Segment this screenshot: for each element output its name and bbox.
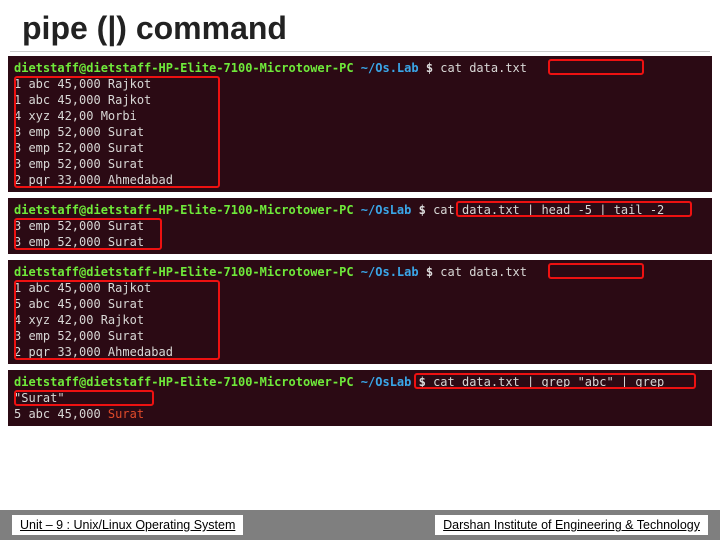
terminal-output-line: 3 emp 52,000 Surat — [14, 124, 706, 140]
page-title: pipe (|) command — [0, 0, 720, 51]
terminal-prompt: dietstaff@dietstaff-HP-Elite-7100-Microt… — [14, 202, 706, 218]
title-divider — [10, 51, 710, 52]
terminal-prompt: dietstaff@dietstaff-HP-Elite-7100-Microt… — [14, 264, 706, 280]
terminal-output-line: 3 emp 52,000 Surat — [14, 156, 706, 172]
prompt-dollar: $ — [426, 265, 433, 279]
prompt-command: cat data.txt — [440, 265, 527, 279]
prompt-path: ~/OsLab — [361, 375, 412, 389]
prompt-path: ~/Os.Lab — [361, 265, 419, 279]
terminal-block: dietstaff@dietstaff-HP-Elite-7100-Microt… — [8, 198, 712, 254]
terminal-output-line: 2 pqr 33,000 Ahmedabad — [14, 172, 706, 188]
prompt-path: ~/OsLab — [361, 203, 412, 217]
terminal-output-line: 3 emp 52,000 Surat — [14, 328, 706, 344]
terminal-block: dietstaff@dietstaff-HP-Elite-7100-Microt… — [8, 260, 712, 364]
terminal-output-line: 3 emp 52,000 Surat — [14, 218, 706, 234]
footer-left: Unit – 9 : Unix/Linux Operating System — [12, 515, 243, 535]
terminal-output-line: 1 abc 45,000 Rajkot — [14, 92, 706, 108]
terminal-block: dietstaff@dietstaff-HP-Elite-7100-Microt… — [8, 56, 712, 192]
terminal-prompt: dietstaff@dietstaff-HP-Elite-7100-Microt… — [14, 374, 706, 406]
prompt-dollar: $ — [426, 61, 433, 75]
prompt-user: dietstaff@dietstaff-HP-Elite-7100-Microt… — [14, 265, 354, 279]
prompt-user: dietstaff@dietstaff-HP-Elite-7100-Microt… — [14, 61, 354, 75]
prompt-user: dietstaff@dietstaff-HP-Elite-7100-Microt… — [14, 203, 354, 217]
terminal-stack: dietstaff@dietstaff-HP-Elite-7100-Microt… — [0, 56, 720, 426]
prompt-command: cat data.txt — [440, 61, 527, 75]
terminal-block: dietstaff@dietstaff-HP-Elite-7100-Microt… — [8, 370, 712, 426]
footer-bar: Unit – 9 : Unix/Linux Operating System D… — [0, 510, 720, 540]
terminal-output-line: 5 abc 45,000 Surat — [14, 406, 706, 422]
prompt-dollar: $ — [419, 375, 426, 389]
terminal-output-line: 1 abc 45,000 Rajkot — [14, 280, 706, 296]
terminal-output-line: 3 emp 52,000 Surat — [14, 140, 706, 156]
terminal-output-line: 4 xyz 42,00 Morbi — [14, 108, 706, 124]
terminal-prompt: dietstaff@dietstaff-HP-Elite-7100-Microt… — [14, 60, 706, 76]
terminal-output-line: 3 emp 52,000 Surat — [14, 234, 706, 250]
prompt-dollar: $ — [419, 203, 426, 217]
grep-match: Surat — [108, 407, 144, 421]
prompt-user: dietstaff@dietstaff-HP-Elite-7100-Microt… — [14, 375, 354, 389]
footer-right: Darshan Institute of Engineering & Techn… — [435, 515, 708, 535]
terminal-output-line: 2 pqr 33,000 Ahmedabad — [14, 344, 706, 360]
terminal-output-line: 5 abc 45,000 Surat — [14, 296, 706, 312]
prompt-command: cat data.txt | head -5 | tail -2 — [433, 203, 664, 217]
terminal-output-line: 1 abc 45,000 Rajkot — [14, 76, 706, 92]
terminal-output-line: 4 xyz 42,00 Rajkot — [14, 312, 706, 328]
prompt-path: ~/Os.Lab — [361, 61, 419, 75]
